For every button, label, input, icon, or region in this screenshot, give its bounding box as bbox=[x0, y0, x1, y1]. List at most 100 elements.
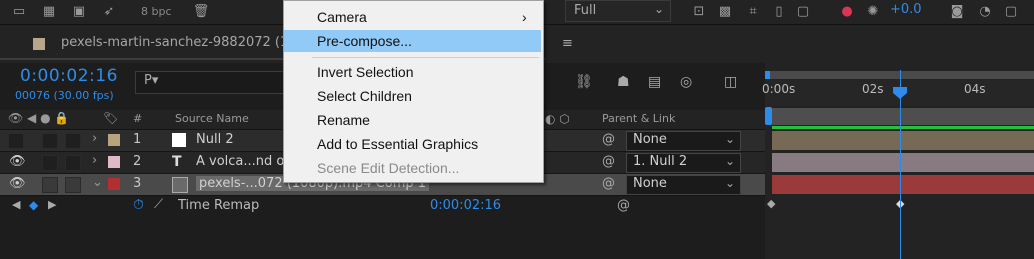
source-name-header[interactable]: Source Name bbox=[175, 112, 249, 125]
exposure-value[interactable]: +0.0 bbox=[890, 2, 922, 17]
monitor-icon[interactable]: ▭ bbox=[10, 3, 28, 20]
work-area-green-line bbox=[772, 126, 1034, 129]
chevron-down-icon: ⌄ bbox=[724, 132, 735, 146]
panel-menu-icon[interactable]: ≡ bbox=[562, 36, 573, 51]
layer-bar-text[interactable] bbox=[772, 153, 1034, 172]
parent-select[interactable]: None ⌄ bbox=[626, 131, 741, 151]
box-icon[interactable]: ▢ bbox=[1002, 3, 1020, 20]
graph-icon[interactable]: ⟋ bbox=[154, 197, 163, 212]
exposure-icon[interactable]: ✺ bbox=[864, 3, 882, 20]
solo-toggle[interactable] bbox=[42, 155, 58, 171]
layer-bar-comp[interactable] bbox=[772, 175, 1034, 194]
menu-item-label: Select Children bbox=[317, 88, 412, 104]
switches-column-icon: ◐ ⬡ bbox=[545, 112, 570, 126]
pick-whip-icon[interactable]: @ bbox=[602, 176, 615, 191]
layer-label-color[interactable] bbox=[108, 134, 120, 146]
menu-item-label: Camera bbox=[317, 9, 367, 25]
color-icon[interactable]: ◔ bbox=[976, 3, 994, 20]
video-toggle[interactable] bbox=[8, 133, 24, 149]
parent-value: None bbox=[633, 176, 667, 191]
frame-blending-icon[interactable]: ▤ bbox=[648, 74, 661, 90]
resolution-select[interactable]: Full ⌄ bbox=[565, 0, 671, 22]
shy-layers-icon[interactable]: ☗ bbox=[617, 74, 630, 90]
grid-icon[interactable]: ▦ bbox=[40, 3, 58, 20]
search-icon: P▾ bbox=[144, 73, 159, 88]
lock-toggle[interactable] bbox=[65, 133, 81, 149]
time-remap-label: Time Remap bbox=[178, 198, 260, 213]
bpc-label[interactable]: 8 bpc bbox=[141, 3, 172, 20]
menu-item-camera[interactable]: Camera › bbox=[284, 6, 541, 28]
trash-icon[interactable]: 🗑 bbox=[192, 3, 210, 20]
parent-value: 1. Null 2 bbox=[633, 154, 688, 169]
number-column-icon: # bbox=[133, 112, 143, 125]
keyframe-diamond-icon[interactable]: ◆ bbox=[29, 198, 38, 212]
composition-color-swatch bbox=[33, 38, 45, 50]
next-keyframe-icon[interactable]: ▶ bbox=[48, 198, 56, 211]
layer-label-color[interactable] bbox=[108, 178, 120, 190]
layer-number: 1 bbox=[133, 132, 142, 147]
mask-icon[interactable]: ⌗ bbox=[744, 3, 762, 20]
solo-toggle[interactable] bbox=[42, 177, 58, 193]
frame-icon[interactable]: ▢ bbox=[794, 3, 812, 20]
layer-label-color[interactable] bbox=[108, 156, 120, 168]
menu-item-add-to-essential-graphics[interactable]: Add to Essential Graphics bbox=[284, 133, 541, 155]
expand-arrow-icon[interactable]: › bbox=[92, 153, 97, 168]
lock-toggle[interactable] bbox=[65, 177, 81, 193]
layer-number: 3 bbox=[133, 176, 142, 191]
stopwatch-icon[interactable]: ⏱ bbox=[133, 197, 144, 213]
av-switches-icon: 👁 ◀ ● 🔒 bbox=[8, 111, 70, 125]
menu-item-invert-selection[interactable]: Invert Selection bbox=[284, 61, 541, 83]
submenu-arrow-icon: › bbox=[522, 9, 527, 25]
guide-icon[interactable]: ▯ bbox=[770, 3, 788, 20]
region-icon[interactable]: ⊡ bbox=[690, 3, 708, 20]
work-area-bracket[interactable] bbox=[765, 107, 772, 125]
motion-blur-icon[interactable]: ◎ bbox=[680, 74, 692, 90]
menu-item-label: Invert Selection bbox=[317, 64, 414, 80]
parent-select[interactable]: 1. Null 2 ⌄ bbox=[626, 153, 741, 173]
time-remap-value[interactable]: 0:00:02:16 bbox=[430, 198, 501, 213]
property-row[interactable]: ◀ ◆ ▶ ⏱ ⟋ Time Remap 0:00:02:16 @ bbox=[0, 196, 765, 217]
layer-search-input[interactable]: P▾ bbox=[135, 71, 287, 94]
graph-editor-icon[interactable]: ◫ bbox=[724, 74, 737, 90]
parent-link-header[interactable]: Parent & Link bbox=[602, 112, 675, 125]
comp-range-bar bbox=[772, 108, 1034, 125]
layer-name[interactable]: Null 2 bbox=[196, 132, 234, 147]
color-channels-icon[interactable]: ● bbox=[838, 3, 856, 20]
feather-icon[interactable]: ➶ bbox=[100, 3, 118, 20]
menu-item-select-children[interactable]: Select Children bbox=[284, 85, 541, 107]
eye-icon[interactable]: 👁 bbox=[9, 154, 26, 169]
menu-item-rename[interactable]: Rename bbox=[284, 109, 541, 131]
work-area-start-handle[interactable] bbox=[765, 71, 770, 79]
chevron-down-icon: ⌄ bbox=[653, 2, 664, 16]
label-column-icon: 🏷 bbox=[103, 111, 119, 125]
menu-item-label: Scene Edit Detection... bbox=[317, 160, 460, 176]
pick-whip-icon[interactable]: @ bbox=[602, 132, 615, 147]
menu-item-pre-compose[interactable]: Pre-compose... bbox=[284, 30, 541, 52]
eye-icon[interactable]: 👁 bbox=[9, 176, 26, 191]
expression-icon[interactable]: @ bbox=[617, 198, 630, 213]
solo-toggle[interactable] bbox=[42, 133, 58, 149]
null-layer-icon bbox=[172, 133, 186, 147]
collapse-arrow-icon[interactable]: ⌄ bbox=[92, 175, 103, 190]
lock-toggle[interactable] bbox=[65, 155, 81, 171]
chevron-down-icon: ⌄ bbox=[724, 154, 735, 168]
pick-whip-icon[interactable]: @ bbox=[602, 154, 615, 169]
keyframe-icon[interactable]: ◆ bbox=[767, 197, 775, 210]
composition-icon bbox=[172, 177, 188, 193]
layer-bar-null[interactable] bbox=[772, 131, 1034, 150]
layer-name[interactable]: A volca...nd o bbox=[196, 154, 284, 169]
layer-number: 2 bbox=[133, 154, 142, 169]
resolution-value: Full bbox=[574, 3, 597, 18]
flowchart-icon[interactable]: ⛓ bbox=[575, 74, 593, 90]
menu-separator bbox=[312, 57, 539, 58]
current-time-display[interactable]: 0:00:02:16 bbox=[20, 66, 118, 86]
transparency-grid-icon[interactable]: ▩ bbox=[716, 3, 734, 20]
composition-tab[interactable]: pexels-martin-sanchez-9882072 (1( bbox=[0, 25, 293, 61]
parent-select[interactable]: None ⌄ bbox=[626, 175, 741, 195]
context-menu: Camera › Pre-compose... Invert Selection… bbox=[283, 0, 544, 183]
expand-arrow-icon[interactable]: › bbox=[92, 131, 97, 146]
prev-keyframe-icon[interactable]: ◀ bbox=[12, 198, 20, 211]
camera-icon[interactable]: ◙ bbox=[948, 3, 966, 20]
image-icon[interactable]: ▣ bbox=[70, 3, 88, 20]
ruler-tick-label: 04s bbox=[964, 82, 986, 96]
